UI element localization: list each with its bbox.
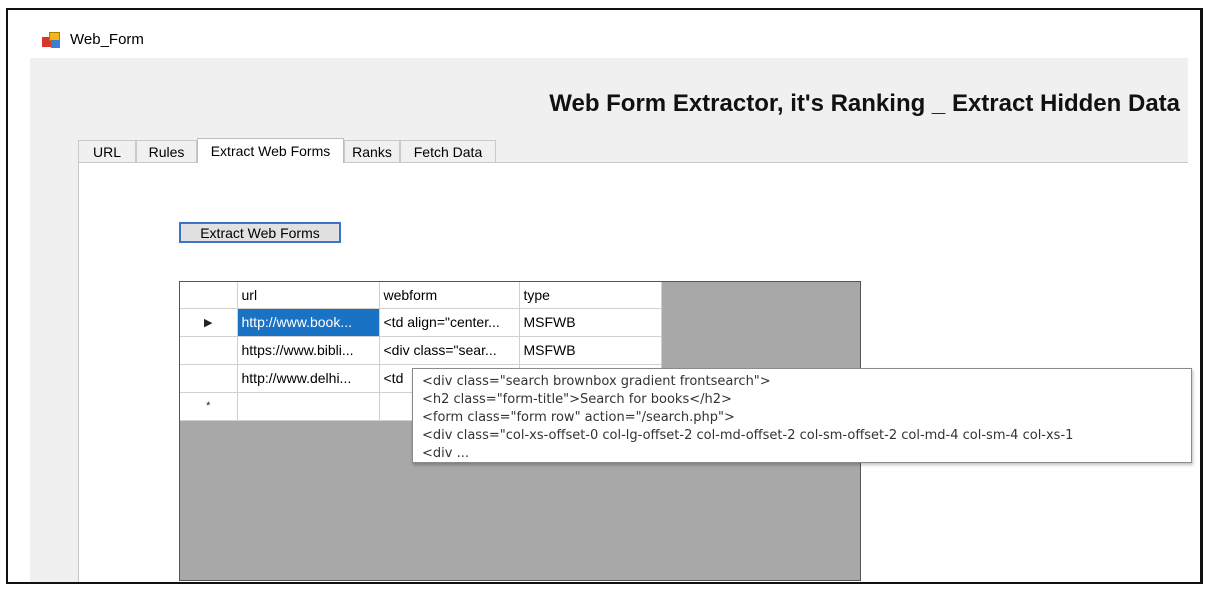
cell-type[interactable]: MSFWB <box>519 336 662 365</box>
table-row[interactable]: ▶ http://www.book... <td align="center..… <box>180 308 662 337</box>
title-bar: Web_Form <box>8 10 1200 58</box>
cell-url[interactable]: http://www.book... <box>237 308 380 337</box>
cell-webform[interactable]: <div class="sear... <box>379 336 520 365</box>
column-header-type[interactable]: type <box>519 282 662 309</box>
cell-url[interactable]: https://www.bibli... <box>237 336 380 365</box>
tab-url[interactable]: URL <box>78 140 136 162</box>
tab-rules[interactable]: Rules <box>136 140 197 162</box>
grid-header-row: url webform type <box>180 282 662 309</box>
form-client-area: Web Form Extractor, it's Ranking _ Extra… <box>30 58 1192 582</box>
row-header-corner <box>180 282 238 309</box>
extract-web-forms-button[interactable]: Extract Web Forms <box>179 222 341 243</box>
tab-fetch-data[interactable]: Fetch Data <box>400 140 496 162</box>
app-icon <box>42 32 61 48</box>
tooltip-line: <div ... <box>422 446 469 461</box>
tooltip-line: <form class="form row" action="/search.p… <box>422 410 735 425</box>
window-title: Web_Form <box>70 31 144 48</box>
cell-tooltip: <div class="search brownbox gradient fro… <box>412 368 1192 463</box>
tooltip-line: <h2 class="form-title">Search for books<… <box>422 392 732 407</box>
current-row-arrow-icon[interactable]: ▶ <box>180 308 238 337</box>
column-header-webform[interactable]: webform <box>379 282 520 309</box>
app-window: Web_Form Web Form Extractor, it's Rankin… <box>6 8 1203 584</box>
tab-ranks[interactable]: Ranks <box>344 140 400 162</box>
table-row[interactable]: https://www.bibli... <div class="sear...… <box>180 336 662 365</box>
row-header[interactable] <box>180 364 238 393</box>
cell-url[interactable]: http://www.delhi... <box>237 364 380 393</box>
column-header-url[interactable]: url <box>237 282 380 309</box>
tab-extract-web-forms[interactable]: Extract Web Forms <box>197 138 344 163</box>
row-header[interactable] <box>180 336 238 365</box>
cell-url[interactable] <box>237 392 380 421</box>
tooltip-line: <div class="search brownbox gradient fro… <box>422 374 771 389</box>
cell-type[interactable]: MSFWB <box>519 308 662 337</box>
new-row-asterisk-icon[interactable]: * <box>180 392 238 421</box>
cell-webform[interactable]: <td align="center... <box>379 308 520 337</box>
tooltip-line: <div class="col-xs-offset-0 col-lg-offse… <box>422 428 1074 443</box>
page-heading: Web Form Extractor, it's Ranking _ Extra… <box>549 90 1180 117</box>
